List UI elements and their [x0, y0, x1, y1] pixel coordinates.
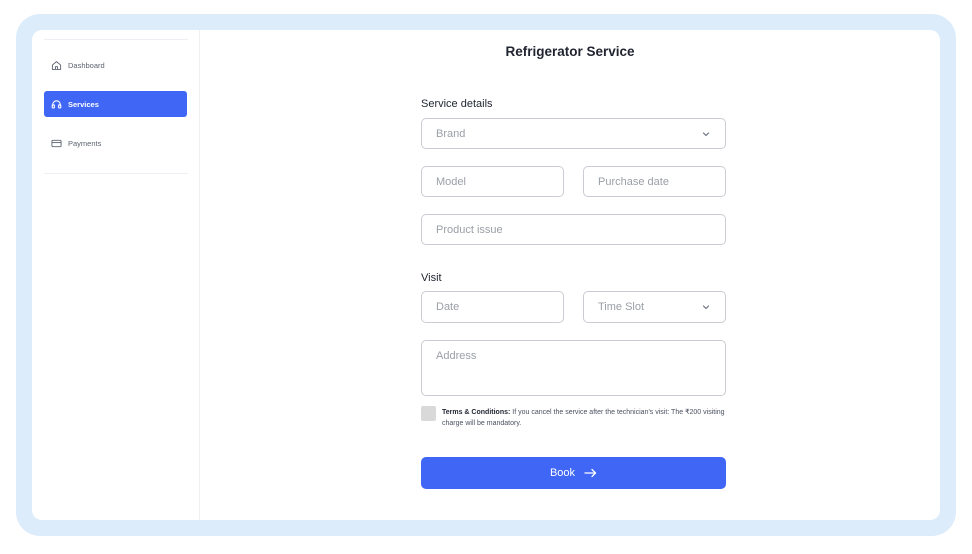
app-window: Dashboard Services Payments Refrigerator…	[32, 30, 940, 520]
time-slot-select-value: Time Slot	[598, 301, 645, 313]
page-title: Refrigerator Service	[505, 44, 635, 59]
sidebar-item-label: Payments	[68, 138, 102, 148]
sidebar-item-label: Dashboard	[68, 60, 105, 70]
sidebar-item-label: Services	[68, 99, 99, 109]
chevron-down-icon	[702, 131, 710, 136]
service-details-heading: Service details	[421, 98, 493, 110]
chevron-down-icon	[702, 305, 710, 310]
home-icon	[51, 60, 62, 70]
sidebar: Dashboard Services Payments	[32, 30, 200, 520]
product-issue-field[interactable]	[421, 214, 726, 245]
terms-checkbox[interactable]	[421, 406, 436, 421]
brand-select[interactable]: Brand	[421, 118, 726, 149]
model-field[interactable]	[421, 166, 564, 197]
purchase-date-field[interactable]	[583, 166, 726, 197]
date-field[interactable]	[421, 291, 564, 323]
sidebar-item-services[interactable]: Services	[44, 91, 187, 117]
time-slot-select[interactable]: Time Slot	[583, 291, 726, 323]
address-field[interactable]	[421, 340, 726, 396]
book-button-label: Book	[549, 467, 576, 479]
sidebar-item-dashboard[interactable]: Dashboard	[44, 52, 187, 78]
visit-heading: Visit	[421, 272, 442, 284]
credit-card-icon	[51, 139, 62, 147]
sidebar-bottom-divider	[44, 173, 188, 174]
book-button[interactable]: Book	[421, 457, 726, 489]
terms-title: Terms & Conditions:	[442, 409, 511, 416]
arrow-right-icon	[584, 468, 597, 478]
terms-text: Terms & Conditions: If you cancel the se…	[442, 407, 732, 429]
brand-select-value: Brand	[436, 127, 466, 140]
headset-icon	[51, 99, 62, 108]
sidebar-item-payments[interactable]: Payments	[44, 130, 187, 156]
sidebar-top-divider	[44, 39, 188, 40]
